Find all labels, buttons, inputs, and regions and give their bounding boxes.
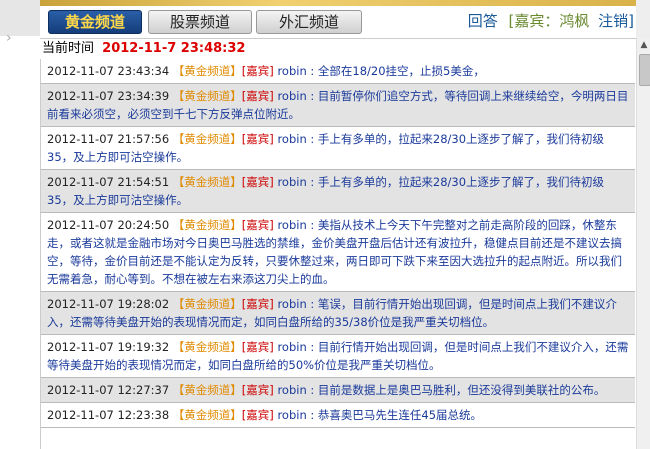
message-role: [嘉宾] — [241, 175, 274, 189]
message-role: [嘉宾] — [241, 297, 274, 311]
tab-forex-channel[interactable]: 外汇频道 — [256, 10, 362, 34]
scroll-up-icon[interactable]: ▲ — [637, 38, 650, 52]
current-time-bar: 当前时间 2012-11-7 23:48:32 — [40, 38, 636, 59]
current-time-label: 当前时间 — [42, 41, 95, 56]
message-user[interactable]: robin — [277, 297, 306, 311]
message-user[interactable]: robin — [277, 218, 306, 232]
message-user[interactable]: robin — [277, 64, 306, 78]
message-time: 2012-11-07 19:28:02 — [47, 297, 170, 311]
message-channel: 【黄金频道】 — [172, 408, 242, 422]
message-channel: 【黄金频道】 — [172, 64, 242, 78]
message-time: 2012-11-07 21:54:51 — [47, 175, 170, 189]
message-channel: 【黄金频道】 — [172, 175, 242, 189]
message-user[interactable]: robin — [277, 132, 306, 146]
message-row: 2012-11-07 23:43:34 【黄金频道】[嘉宾] robin : 全… — [41, 59, 635, 84]
message-row: 2012-11-07 21:57:56 【黄金频道】[嘉宾] robin : 手… — [41, 127, 635, 170]
message-role: [嘉宾] — [241, 383, 274, 397]
reply-link[interactable]: 回答 — [468, 12, 498, 30]
chevron-right-icon: › — [6, 30, 12, 46]
message-channel: 【黄金频道】 — [172, 340, 242, 354]
message-role: [嘉宾] — [241, 89, 274, 103]
tab-gold-channel[interactable]: 黄金频道 — [48, 10, 142, 34]
message-role: [嘉宾] — [241, 340, 274, 354]
navbar-decoration — [40, 0, 636, 6]
message-time: 2012-11-07 19:19:32 — [47, 340, 170, 354]
message-role: [嘉宾] — [241, 64, 274, 78]
message-row: 2012-11-07 12:27:37 【黄金频道】[嘉宾] robin : 目… — [41, 378, 635, 403]
message-user[interactable]: robin — [277, 175, 306, 189]
message-row: 2012-11-07 19:19:32 【黄金频道】[嘉宾] robin : 目… — [41, 335, 635, 378]
channel-panel: 黄金频道 股票频道 外汇频道 回答 [嘉宾：鸿枫 注销] 当前时间 2012-1… — [40, 0, 636, 449]
right-edge-strip — [636, 0, 650, 38]
message-text: : 目前是数据上是奥巴马胜利，但还没得到美联社的公布。 — [306, 383, 606, 397]
message-time: 2012-11-07 20:24:50 — [47, 218, 170, 232]
message-time: 2012-11-07 23:34:39 — [47, 89, 170, 103]
message-channel: 【黄金频道】 — [172, 297, 242, 311]
message-role: [嘉宾] — [241, 408, 274, 422]
guest-name: [嘉宾：鸿枫 — [508, 12, 590, 30]
message-user[interactable]: robin — [277, 383, 306, 397]
logout-link[interactable]: 注销] — [598, 12, 634, 30]
message-row: 2012-11-07 20:24:50 【黄金频道】[嘉宾] robin : 美… — [41, 213, 635, 292]
message-user[interactable]: robin — [277, 340, 306, 354]
message-time: 2012-11-07 12:23:38 — [47, 408, 170, 422]
message-text: : 全部在18/20挂空，止损5美金， — [306, 64, 485, 78]
message-role: [嘉宾] — [241, 218, 274, 232]
tab-stock-channel[interactable]: 股票频道 — [148, 10, 252, 34]
message-channel: 【黄金频道】 — [172, 132, 242, 146]
message-row: 2012-11-07 12:23:38 【黄金频道】[嘉宾] robin : 恭… — [41, 403, 635, 428]
message-text: : 恭喜奥巴马先生连任45届总统。 — [306, 408, 483, 422]
message-user[interactable]: robin — [277, 408, 306, 422]
message-channel: 【黄金频道】 — [172, 218, 242, 232]
left-background-strip: › — [0, 0, 40, 449]
message-time: 2012-11-07 21:57:56 — [47, 132, 170, 146]
message-list[interactable]: 2012-11-07 23:43:34 【黄金频道】[嘉宾] robin : 全… — [40, 59, 635, 449]
user-links: 回答 [嘉宾：鸿枫 注销] — [468, 10, 634, 32]
current-time-value: 2012-11-7 23:48:32 — [102, 41, 246, 56]
message-row: 2012-11-07 21:54:51 【黄金频道】[嘉宾] robin : 手… — [41, 170, 635, 213]
message-scrollbar[interactable]: ▲ — [636, 38, 650, 449]
message-role: [嘉宾] — [241, 132, 274, 146]
message-time: 2012-11-07 23:43:34 — [47, 64, 170, 78]
message-channel: 【黄金频道】 — [172, 89, 242, 103]
message-time: 2012-11-07 12:27:37 — [47, 383, 170, 397]
message-row: 2012-11-07 19:28:02 【黄金频道】[嘉宾] robin : 笔… — [41, 292, 635, 335]
message-row: 2012-11-07 23:34:39 【黄金频道】[嘉宾] robin : 目… — [41, 84, 635, 127]
message-channel: 【黄金频道】 — [172, 383, 242, 397]
channel-navbar: 黄金频道 股票频道 外汇频道 回答 [嘉宾：鸿枫 注销] — [40, 0, 636, 38]
scrollbar-thumb[interactable] — [639, 54, 650, 86]
message-user[interactable]: robin — [277, 89, 306, 103]
